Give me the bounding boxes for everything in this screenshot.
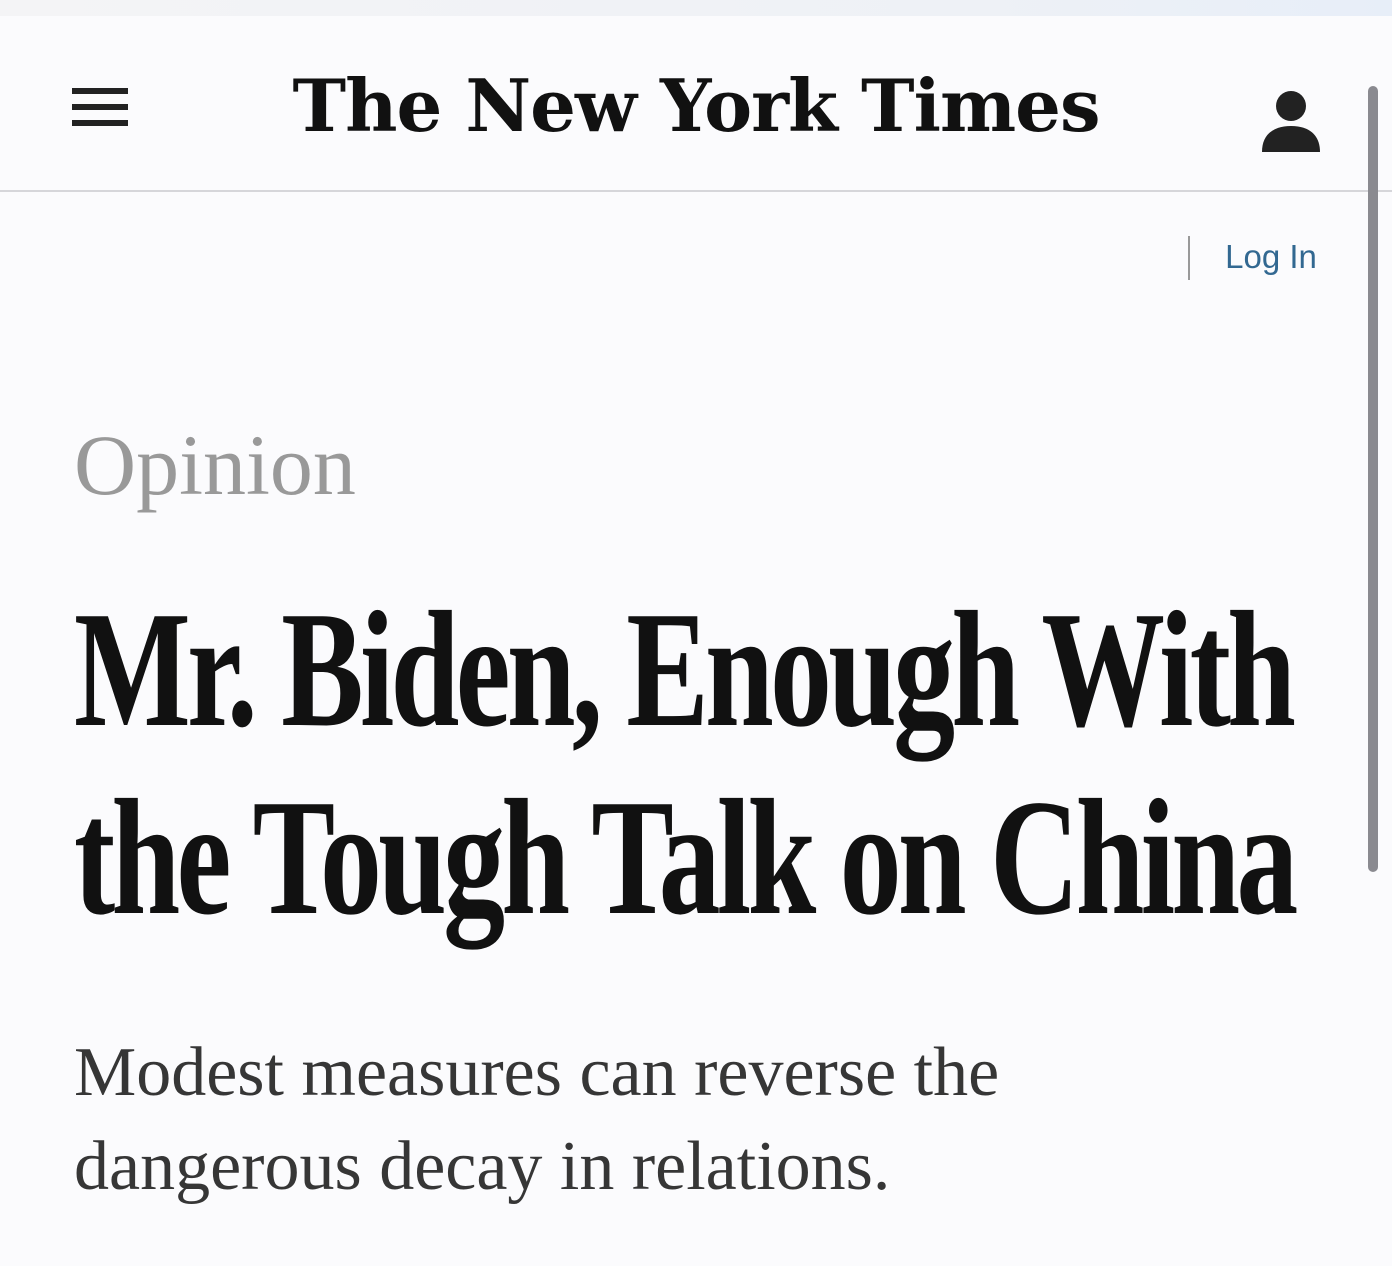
summary-line: dangerous decay in relations.: [74, 1128, 891, 1205]
menu-button[interactable]: [72, 88, 128, 140]
browser-top-strip: [0, 0, 1392, 16]
scrollbar-thumb[interactable]: [1368, 86, 1378, 872]
hamburger-menu-icon: [72, 88, 128, 126]
headline-line: the Tough Talk on China: [74, 765, 1298, 949]
summary-line: Modest measures can reverse the: [74, 1034, 1000, 1111]
user-account-icon: [1262, 91, 1320, 152]
login-link[interactable]: Log In: [1206, 232, 1336, 282]
login-divider: [1188, 236, 1190, 280]
masthead: The New York Times: [0, 16, 1392, 192]
article-headline: Mr. Biden, Enough With the Tough Talk on…: [74, 575, 1326, 951]
headline-line: Mr. Biden, Enough With: [74, 577, 1296, 761]
section-label[interactable]: Opinion: [74, 410, 356, 520]
nyt-logo-text: The New York Times: [292, 62, 1101, 148]
account-button[interactable]: [1262, 90, 1320, 154]
article-summary: Modest measures can reverse the dangerou…: [74, 1026, 1314, 1214]
nyt-logo[interactable]: The New York Times: [293, 60, 1101, 150]
